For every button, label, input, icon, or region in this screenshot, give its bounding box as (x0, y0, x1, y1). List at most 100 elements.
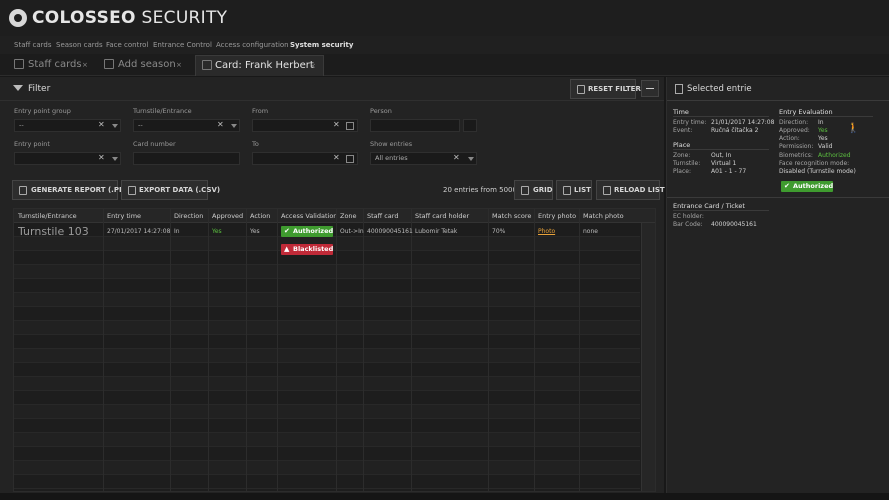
table-row (14, 363, 640, 377)
chevron-down-icon[interactable] (231, 124, 237, 128)
pdf-icon (19, 186, 27, 195)
bottom-bar (0, 493, 889, 500)
tab-staff-cards[interactable]: Staff cards × (14, 55, 94, 76)
to-date-input[interactable] (252, 152, 358, 165)
generate-report-button[interactable]: GENERATE REPORT (.PDF) (12, 180, 133, 200)
table-row (14, 433, 640, 447)
table-row (14, 293, 640, 307)
table-row (14, 405, 640, 419)
entrance-card-heading: Entrance Card / Ticket (673, 202, 745, 210)
list-view-button[interactable]: LIST (556, 180, 592, 200)
table-row (14, 447, 640, 461)
tab-label: Card: Frank Herbert (215, 60, 314, 71)
reset-filter-label: RESET FILTER (588, 85, 641, 93)
col-header-approved[interactable]: Approved (212, 209, 243, 223)
clear-icon[interactable]: ✕ (98, 120, 105, 129)
selected-entry-title: Selected entrie (687, 84, 752, 94)
face-recognition-value: Disabled (Turnstile mode) (779, 168, 856, 175)
permission-value: Valid (818, 143, 833, 150)
divider (667, 197, 889, 198)
filter-icon (13, 85, 23, 91)
table-row (14, 391, 640, 405)
nav-entrance-control[interactable]: Entrance Control (153, 41, 212, 49)
clear-icon[interactable]: ✕ (217, 120, 224, 129)
entry-point-group-select[interactable]: -- (14, 119, 121, 132)
person-input[interactable] (370, 119, 460, 132)
calendar-icon[interactable] (346, 122, 354, 130)
nav-system-security[interactable]: System security (290, 41, 353, 49)
entry-point-group-label: Entry point group (14, 107, 71, 115)
show-entries-select[interactable]: All entries (370, 152, 477, 165)
col-header-entry-time[interactable]: Entry time (107, 209, 141, 223)
collapse-filter-button[interactable] (641, 80, 659, 97)
tab-card-frank-herbert[interactable]: Card: Frank Herbert × (195, 55, 324, 76)
col-header-staff-card[interactable]: Staff card (367, 209, 398, 223)
nav-face-control[interactable]: Face control (106, 41, 148, 49)
chevron-down-icon[interactable] (468, 157, 474, 161)
nav-staff-cards[interactable]: Staff cards (14, 41, 52, 49)
face-recognition-key: Face recognition mode: (779, 160, 850, 167)
person-label: Person (370, 107, 392, 115)
column-divider (170, 209, 171, 491)
reset-filter-button[interactable]: RESET FILTER (570, 79, 641, 99)
clear-icon[interactable]: ✕ (333, 153, 340, 162)
chevron-down-icon[interactable] (112, 157, 118, 161)
close-icon[interactable]: × (176, 61, 182, 69)
card-icon (104, 59, 114, 69)
cell-turnstile: Turnstile 103 (18, 225, 89, 238)
export-data-button[interactable]: EXPORT DATA (.CSV) (121, 180, 220, 200)
grid-view-button[interactable]: GRID (514, 180, 553, 200)
authorized-badge: ✔ Authorized (281, 226, 333, 237)
clear-icon[interactable]: ✕ (333, 120, 340, 129)
column-divider (534, 209, 535, 491)
col-header-entry-photo[interactable]: Entry photo (538, 209, 576, 223)
generate-report-label: GENERATE REPORT (.PDF) (31, 186, 133, 194)
entry-icon (675, 84, 683, 94)
clear-icon[interactable]: ✕ (453, 153, 460, 162)
ec-holder-key: EC holder: (673, 213, 704, 220)
table-scrollbar[interactable] (641, 223, 655, 491)
cell-match-photo: none (583, 228, 598, 235)
card-number-input[interactable] (133, 152, 240, 165)
col-header-turnstile[interactable]: Turnstile/Entrance (18, 209, 77, 223)
clear-icon[interactable]: ✕ (98, 153, 105, 162)
table-row (14, 265, 640, 279)
col-header-match-score[interactable]: Match score (492, 209, 531, 223)
turnstile-key: Turnstile: (673, 160, 701, 167)
calendar-icon[interactable] (346, 155, 354, 163)
time-heading: Time (673, 108, 689, 116)
close-icon[interactable]: × (82, 61, 88, 69)
col-header-staff-card-holder[interactable]: Staff card holder (415, 209, 469, 223)
turnstile-select[interactable]: -- (133, 119, 240, 132)
col-header-direction[interactable]: Direction (174, 209, 203, 223)
entry-photo-link[interactable]: Photo (538, 228, 555, 235)
col-header-zone[interactable]: Zone (340, 209, 357, 223)
column-divider (363, 209, 364, 491)
bar-code-key: Bar Code: (673, 221, 703, 228)
permission-key: Permission: (779, 143, 814, 150)
col-header-match-photo[interactable]: Match photo (583, 209, 624, 223)
turnstile-green-icon: 🚶 (847, 123, 860, 134)
action-value: Yes (818, 135, 828, 142)
table-row (14, 279, 640, 293)
tab-label: Staff cards (28, 59, 82, 70)
csv-icon (128, 186, 136, 195)
col-header-access-validation[interactable]: Access Validation (281, 209, 337, 223)
event-key: Event: (673, 127, 693, 134)
nav-access-configuration[interactable]: Access configuration (216, 41, 289, 49)
close-icon[interactable]: × (310, 62, 316, 70)
turnstile-value: Virtual 1 (711, 160, 737, 167)
reload-list-button[interactable]: RELOAD LIST (596, 180, 665, 200)
from-date-input[interactable] (252, 119, 358, 132)
filter-header: Filter RESET FILTER (0, 77, 664, 101)
nav-season-cards[interactable]: Season cards (56, 41, 103, 49)
divider (667, 100, 889, 101)
person-lookup-button[interactable] (463, 119, 477, 132)
table-row (14, 377, 640, 391)
chevron-down-icon[interactable] (112, 124, 118, 128)
col-header-action[interactable]: Action (250, 209, 270, 223)
entry-point-select[interactable] (14, 152, 121, 165)
tab-add-season[interactable]: Add season × (104, 55, 186, 76)
check-icon: ✔ (784, 182, 790, 190)
card-number-label: Card number (133, 140, 176, 148)
